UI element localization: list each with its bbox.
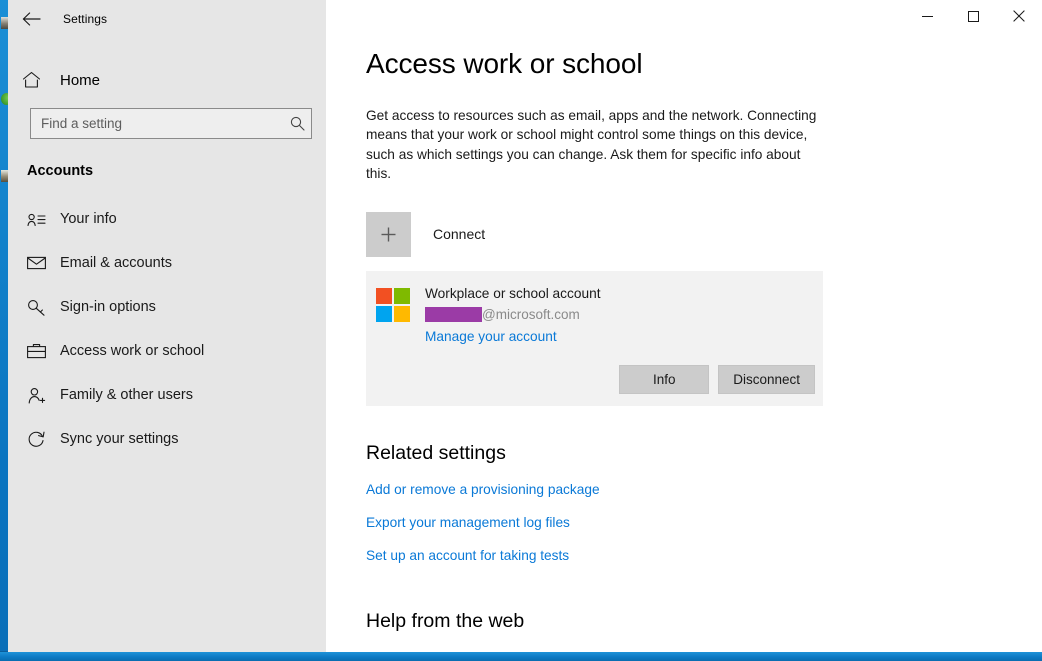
search-icon[interactable] — [283, 116, 311, 131]
sidebar-item-access-work-or-school[interactable]: Access work or school — [8, 329, 326, 373]
help-from-web-heading: Help from the web — [366, 563, 1016, 633]
key-icon — [27, 299, 51, 316]
plus-icon[interactable] — [366, 212, 411, 257]
person-add-icon — [27, 387, 51, 404]
back-button[interactable] — [8, 3, 54, 35]
close-button[interactable] — [996, 0, 1042, 32]
search-box[interactable] — [30, 108, 312, 139]
info-button[interactable]: Info — [619, 365, 709, 394]
settings-window: Settings Home — [8, 0, 1042, 652]
main-content: Access work or school Get access to reso… — [326, 0, 1042, 652]
window-title: Settings — [63, 12, 107, 26]
home-label: Home — [60, 72, 100, 89]
sidebar-nav-list: Your info Email & accounts — [8, 197, 326, 461]
connect-row[interactable]: Connect — [366, 212, 1016, 257]
sidebar-item-sync-your-settings[interactable]: Sync your settings — [8, 417, 326, 461]
sidebar-item-label: Sign-in options — [60, 299, 156, 315]
microsoft-logo-icon — [376, 288, 410, 322]
account-email-domain: @microsoft.com — [482, 307, 580, 323]
connect-label: Connect — [433, 226, 485, 242]
sidebar: Settings Home — [8, 0, 326, 652]
sidebar-item-label: Your info — [60, 211, 117, 227]
briefcase-icon — [27, 343, 51, 359]
screen: Settings Home — [0, 0, 1042, 661]
home-icon — [22, 71, 52, 89]
sidebar-item-sign-in-options[interactable]: Sign-in options — [8, 285, 326, 329]
related-settings-heading: Related settings — [366, 406, 1016, 465]
page-description: Get access to resources such as email, a… — [366, 80, 818, 184]
manage-account-link[interactable]: Manage your account — [425, 329, 557, 344]
contact-card-icon — [27, 212, 51, 227]
sidebar-section-title: Accounts — [8, 163, 326, 179]
related-link-account-taking-tests[interactable]: Set up an account for taking tests — [366, 548, 1016, 563]
sidebar-item-family-other-users[interactable]: Family & other users — [8, 373, 326, 417]
taskbar[interactable] — [0, 651, 1042, 661]
sidebar-item-home[interactable]: Home — [8, 60, 326, 100]
envelope-icon — [27, 256, 51, 270]
sidebar-item-your-info[interactable]: Your info — [8, 197, 326, 241]
account-card[interactable]: Workplace or school account @microsoft.c… — [366, 271, 823, 406]
account-actions: Info Disconnect — [619, 365, 815, 394]
sidebar-item-label: Sync your settings — [60, 431, 178, 447]
sidebar-titlebar: Settings — [8, 0, 326, 35]
sync-icon — [27, 430, 51, 448]
disconnect-button[interactable]: Disconnect — [718, 365, 815, 394]
maximize-button[interactable] — [950, 0, 996, 32]
redaction-bar — [425, 307, 482, 322]
account-email: @microsoft.com — [425, 307, 601, 323]
search-input[interactable] — [31, 116, 283, 131]
sidebar-item-email-accounts[interactable]: Email & accounts — [8, 241, 326, 285]
related-link-export-management-log[interactable]: Export your management log files — [366, 515, 1016, 530]
minimize-button[interactable] — [904, 0, 950, 32]
window-controls — [904, 0, 1042, 32]
account-title: Workplace or school account — [425, 285, 601, 302]
sidebar-item-label: Family & other users — [60, 387, 193, 403]
related-link-provisioning-package[interactable]: Add or remove a provisioning package — [366, 482, 1016, 497]
sidebar-item-label: Email & accounts — [60, 255, 172, 271]
sidebar-item-label: Access work or school — [60, 343, 204, 359]
